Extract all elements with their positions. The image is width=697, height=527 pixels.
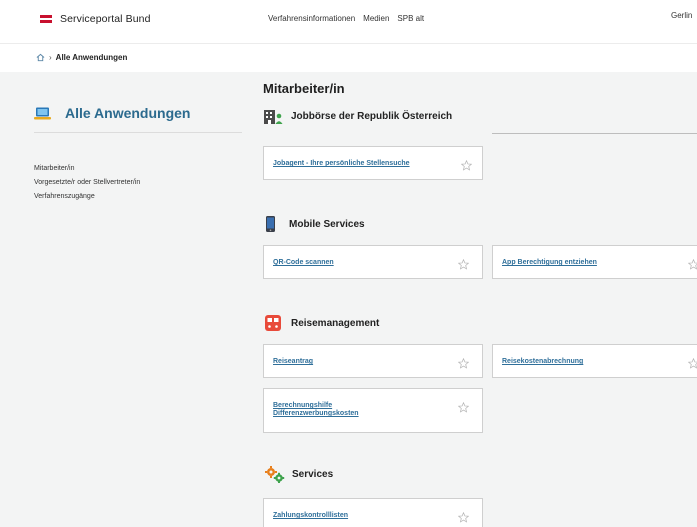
- app-link-zahlungskontrolllisten[interactable]: Zahlungskontrolllisten: [273, 512, 348, 520]
- breadcrumb: › Alle Anwendungen: [36, 53, 127, 62]
- top-nav: Verfahrensinformationen Medien SPB alt: [268, 14, 424, 23]
- top-bar: Serviceportal Bund Verfahrensinformation…: [0, 0, 697, 44]
- austria-flag-icon: [40, 15, 52, 24]
- sidebar-item-mitarbeiter[interactable]: Mitarbeiter/in: [34, 162, 140, 176]
- breadcrumb-separator: ›: [49, 53, 52, 62]
- divider-line: [492, 133, 697, 134]
- train-icon: [265, 315, 281, 331]
- app-card-jobagent[interactable]: Jobagent - Ihre persönliche Stellensuche: [263, 146, 483, 180]
- page-title: Mitarbeiter/in: [263, 81, 345, 96]
- app-card-app-berechtigung[interactable]: App Berechtigung entziehen: [492, 245, 697, 279]
- breadcrumb-current: Alle Anwendungen: [55, 53, 128, 62]
- app-card-zahlungskontrolllisten[interactable]: Zahlungskontrolllisten: [263, 498, 483, 527]
- brand-name: Serviceportal Bund: [60, 13, 151, 25]
- section-title: Jobbörse der Republik Österreich: [291, 110, 453, 122]
- gears-icon: [265, 466, 285, 483]
- nav-verfahrensinformationen[interactable]: Verfahrensinformationen: [268, 14, 355, 23]
- favorite-star-icon[interactable]: [687, 356, 697, 369]
- app-card-reisekostenabrechnung[interactable]: Reisekostenabrechnung: [492, 344, 697, 378]
- content-area: [0, 72, 697, 527]
- app-link-berechnungshilfe[interactable]: Berechnungshilfe: [273, 402, 332, 410]
- home-icon[interactable]: [36, 53, 45, 62]
- nav-medien[interactable]: Medien: [363, 14, 389, 23]
- sidebar-divider: [34, 132, 242, 133]
- section-title: Services: [292, 469, 334, 480]
- section-title: Mobile Services: [289, 218, 365, 230]
- sidebar-header: Alle Anwendungen: [34, 100, 242, 126]
- sidebar-item-verfahrenszugaenge[interactable]: Verfahrenszugänge: [34, 190, 140, 204]
- app-link-reisekostenabrechnung[interactable]: Reisekostenabrechnung: [502, 358, 583, 366]
- app-link-app-berechtigung[interactable]: App Berechtigung entziehen: [502, 259, 597, 267]
- user-name[interactable]: Gerlin: [671, 11, 692, 20]
- favorite-star-icon[interactable]: [457, 257, 470, 270]
- laptop-icon: [34, 107, 51, 120]
- section-mobile-services: Mobile Services: [266, 216, 365, 232]
- building-person-icon: [264, 108, 283, 124]
- app-link-qr-code[interactable]: QR-Code scannen: [273, 259, 334, 267]
- favorite-star-icon[interactable]: [457, 510, 470, 523]
- app-link-differenzwerbungskosten[interactable]: Differenzwerbungskosten: [273, 410, 359, 418]
- sidebar-item-vorgesetzte[interactable]: Vorgesetzte/r oder Stellvertreter/in: [34, 176, 140, 190]
- sidebar-title: Alle Anwendungen: [65, 105, 191, 121]
- section-reisemanagement: Reisemanagement: [265, 315, 379, 331]
- app-card-qr-code[interactable]: QR-Code scannen: [263, 245, 483, 279]
- nav-spb-alt[interactable]: SPB alt: [397, 14, 424, 23]
- favorite-star-icon[interactable]: [687, 257, 697, 270]
- section-title: Reisemanagement: [291, 317, 380, 329]
- app-card-reiseantrag[interactable]: Reiseantrag: [263, 344, 483, 378]
- section-services: Services: [265, 466, 333, 483]
- favorite-star-icon[interactable]: [457, 400, 470, 413]
- section-jobboerse: Jobbörse der Republik Österreich: [264, 108, 452, 124]
- app-link-jobagent[interactable]: Jobagent - Ihre persönliche Stellensuche: [273, 160, 410, 168]
- sidebar-menu: Mitarbeiter/in Vorgesetzte/r oder Stellv…: [34, 162, 140, 204]
- smartphone-icon: [266, 216, 275, 232]
- app-card-berechnungshilfe[interactable]: Berechnungshilfe Differenzwerbungskosten: [263, 388, 483, 433]
- sidebar: Alle Anwendungen Mitarbeiter/in Vorgeset…: [34, 100, 242, 200]
- brand-logo[interactable]: Serviceportal Bund: [40, 11, 151, 27]
- favorite-star-icon[interactable]: [460, 158, 473, 171]
- app-link-reiseantrag[interactable]: Reiseantrag: [273, 358, 313, 366]
- favorite-star-icon[interactable]: [457, 356, 470, 369]
